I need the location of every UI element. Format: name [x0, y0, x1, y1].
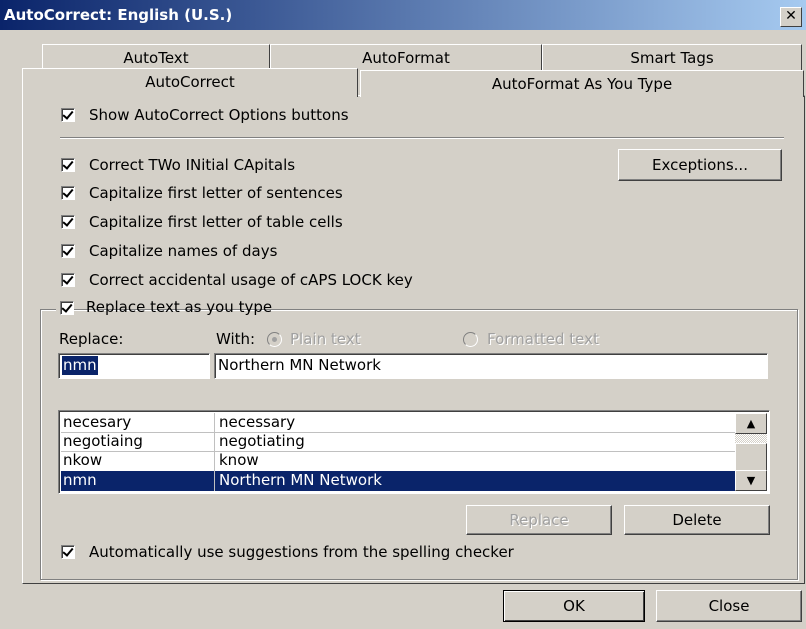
close-icon[interactable]: ✕: [780, 7, 802, 27]
scroll-up-icon[interactable]: ▲: [735, 413, 767, 434]
list-item-to: know: [219, 451, 259, 469]
exceptions-button[interactable]: Exceptions...: [618, 149, 782, 181]
list-item-from: negotiaing: [63, 432, 143, 450]
two-initials-checkbox[interactable]: [61, 158, 75, 172]
list-item[interactable]: negotiaing negotiating: [61, 432, 735, 451]
plain-text-label: Plain text: [290, 330, 361, 348]
show-options-label: Show AutoCorrect Options buttons: [89, 106, 349, 124]
show-options-checkbox[interactable]: [61, 108, 75, 122]
autocorrect-dialog: AutoCorrect: English (U.S.) ✕ AutoText A…: [0, 0, 806, 629]
window-title: AutoCorrect: English (U.S.): [4, 6, 233, 24]
first-letter-label: Capitalize first letter of sentences: [89, 184, 343, 202]
list-item-to: necessary: [219, 413, 296, 431]
spelling-suggest-label: Automatically use suggestions from the s…: [89, 543, 514, 561]
caps-lock-checkbox[interactable]: [61, 273, 75, 287]
scroll-down-icon[interactable]: ▼: [735, 470, 767, 491]
with-label: With:: [216, 330, 256, 348]
list-item-to: Northern MN Network: [219, 471, 382, 489]
table-cells-checkbox[interactable]: [61, 215, 75, 229]
ok-button[interactable]: OK: [503, 590, 645, 622]
replace-input-value: nmn: [62, 356, 98, 375]
list-item[interactable]: necesary necessary: [61, 413, 735, 432]
list-item[interactable]: nkow know: [61, 451, 735, 470]
days-label: Capitalize names of days: [89, 242, 278, 260]
spelling-suggest-checkbox[interactable]: [61, 545, 75, 559]
tab-autoformat[interactable]: AutoFormat: [270, 44, 542, 71]
delete-button[interactable]: Delete: [624, 505, 770, 535]
replace-group-legend: Replace text as you type: [56, 298, 272, 318]
tab-autoformat-as-you-type[interactable]: AutoFormat As You Type: [360, 70, 804, 97]
tab-autocorrect[interactable]: AutoCorrect: [22, 68, 358, 97]
two-initials-label: Correct TWo INitial CApitals: [89, 156, 296, 174]
tab-autotext[interactable]: AutoText: [42, 44, 270, 71]
formatted-text-label: Formatted text: [487, 330, 599, 348]
list-item-selected[interactable]: nmn Northern MN Network: [61, 471, 735, 491]
days-checkbox[interactable]: [61, 244, 75, 258]
first-letter-checkbox[interactable]: [61, 186, 75, 200]
list-item-from: nkow: [63, 451, 103, 469]
replace-button[interactable]: Replace: [466, 505, 612, 535]
close-button[interactable]: Close: [656, 590, 802, 622]
separator: [60, 137, 784, 139]
list-item-to: negotiating: [219, 432, 305, 450]
with-input-value: Northern MN Network: [218, 356, 381, 374]
table-cells-label: Capitalize first letter of table cells: [89, 213, 343, 231]
autocorrect-entries-list[interactable]: necesary necessary negotiaing negotiatin…: [58, 410, 770, 494]
with-input[interactable]: Northern MN Network: [214, 353, 768, 379]
replace-as-type-checkbox[interactable]: [60, 301, 74, 315]
list-item-from: necesary: [63, 413, 132, 431]
tab-smart-tags[interactable]: Smart Tags: [542, 44, 802, 71]
column-divider: [214, 413, 215, 491]
formatted-text-radio[interactable]: [463, 332, 478, 347]
replace-label: Replace:: [59, 330, 124, 348]
list-scrollbar[interactable]: ▲ ▼: [735, 413, 767, 491]
replace-as-type-label: Replace text as you type: [86, 298, 273, 316]
caps-lock-label: Correct accidental usage of cAPS LOCK ke…: [89, 271, 413, 289]
plain-text-radio[interactable]: [267, 332, 282, 347]
list-item-from: nmn: [63, 471, 97, 489]
scroll-thumb[interactable]: [735, 443, 767, 471]
replace-input[interactable]: nmn: [58, 353, 210, 379]
title-bar[interactable]: AutoCorrect: English (U.S.) ✕: [0, 0, 806, 30]
